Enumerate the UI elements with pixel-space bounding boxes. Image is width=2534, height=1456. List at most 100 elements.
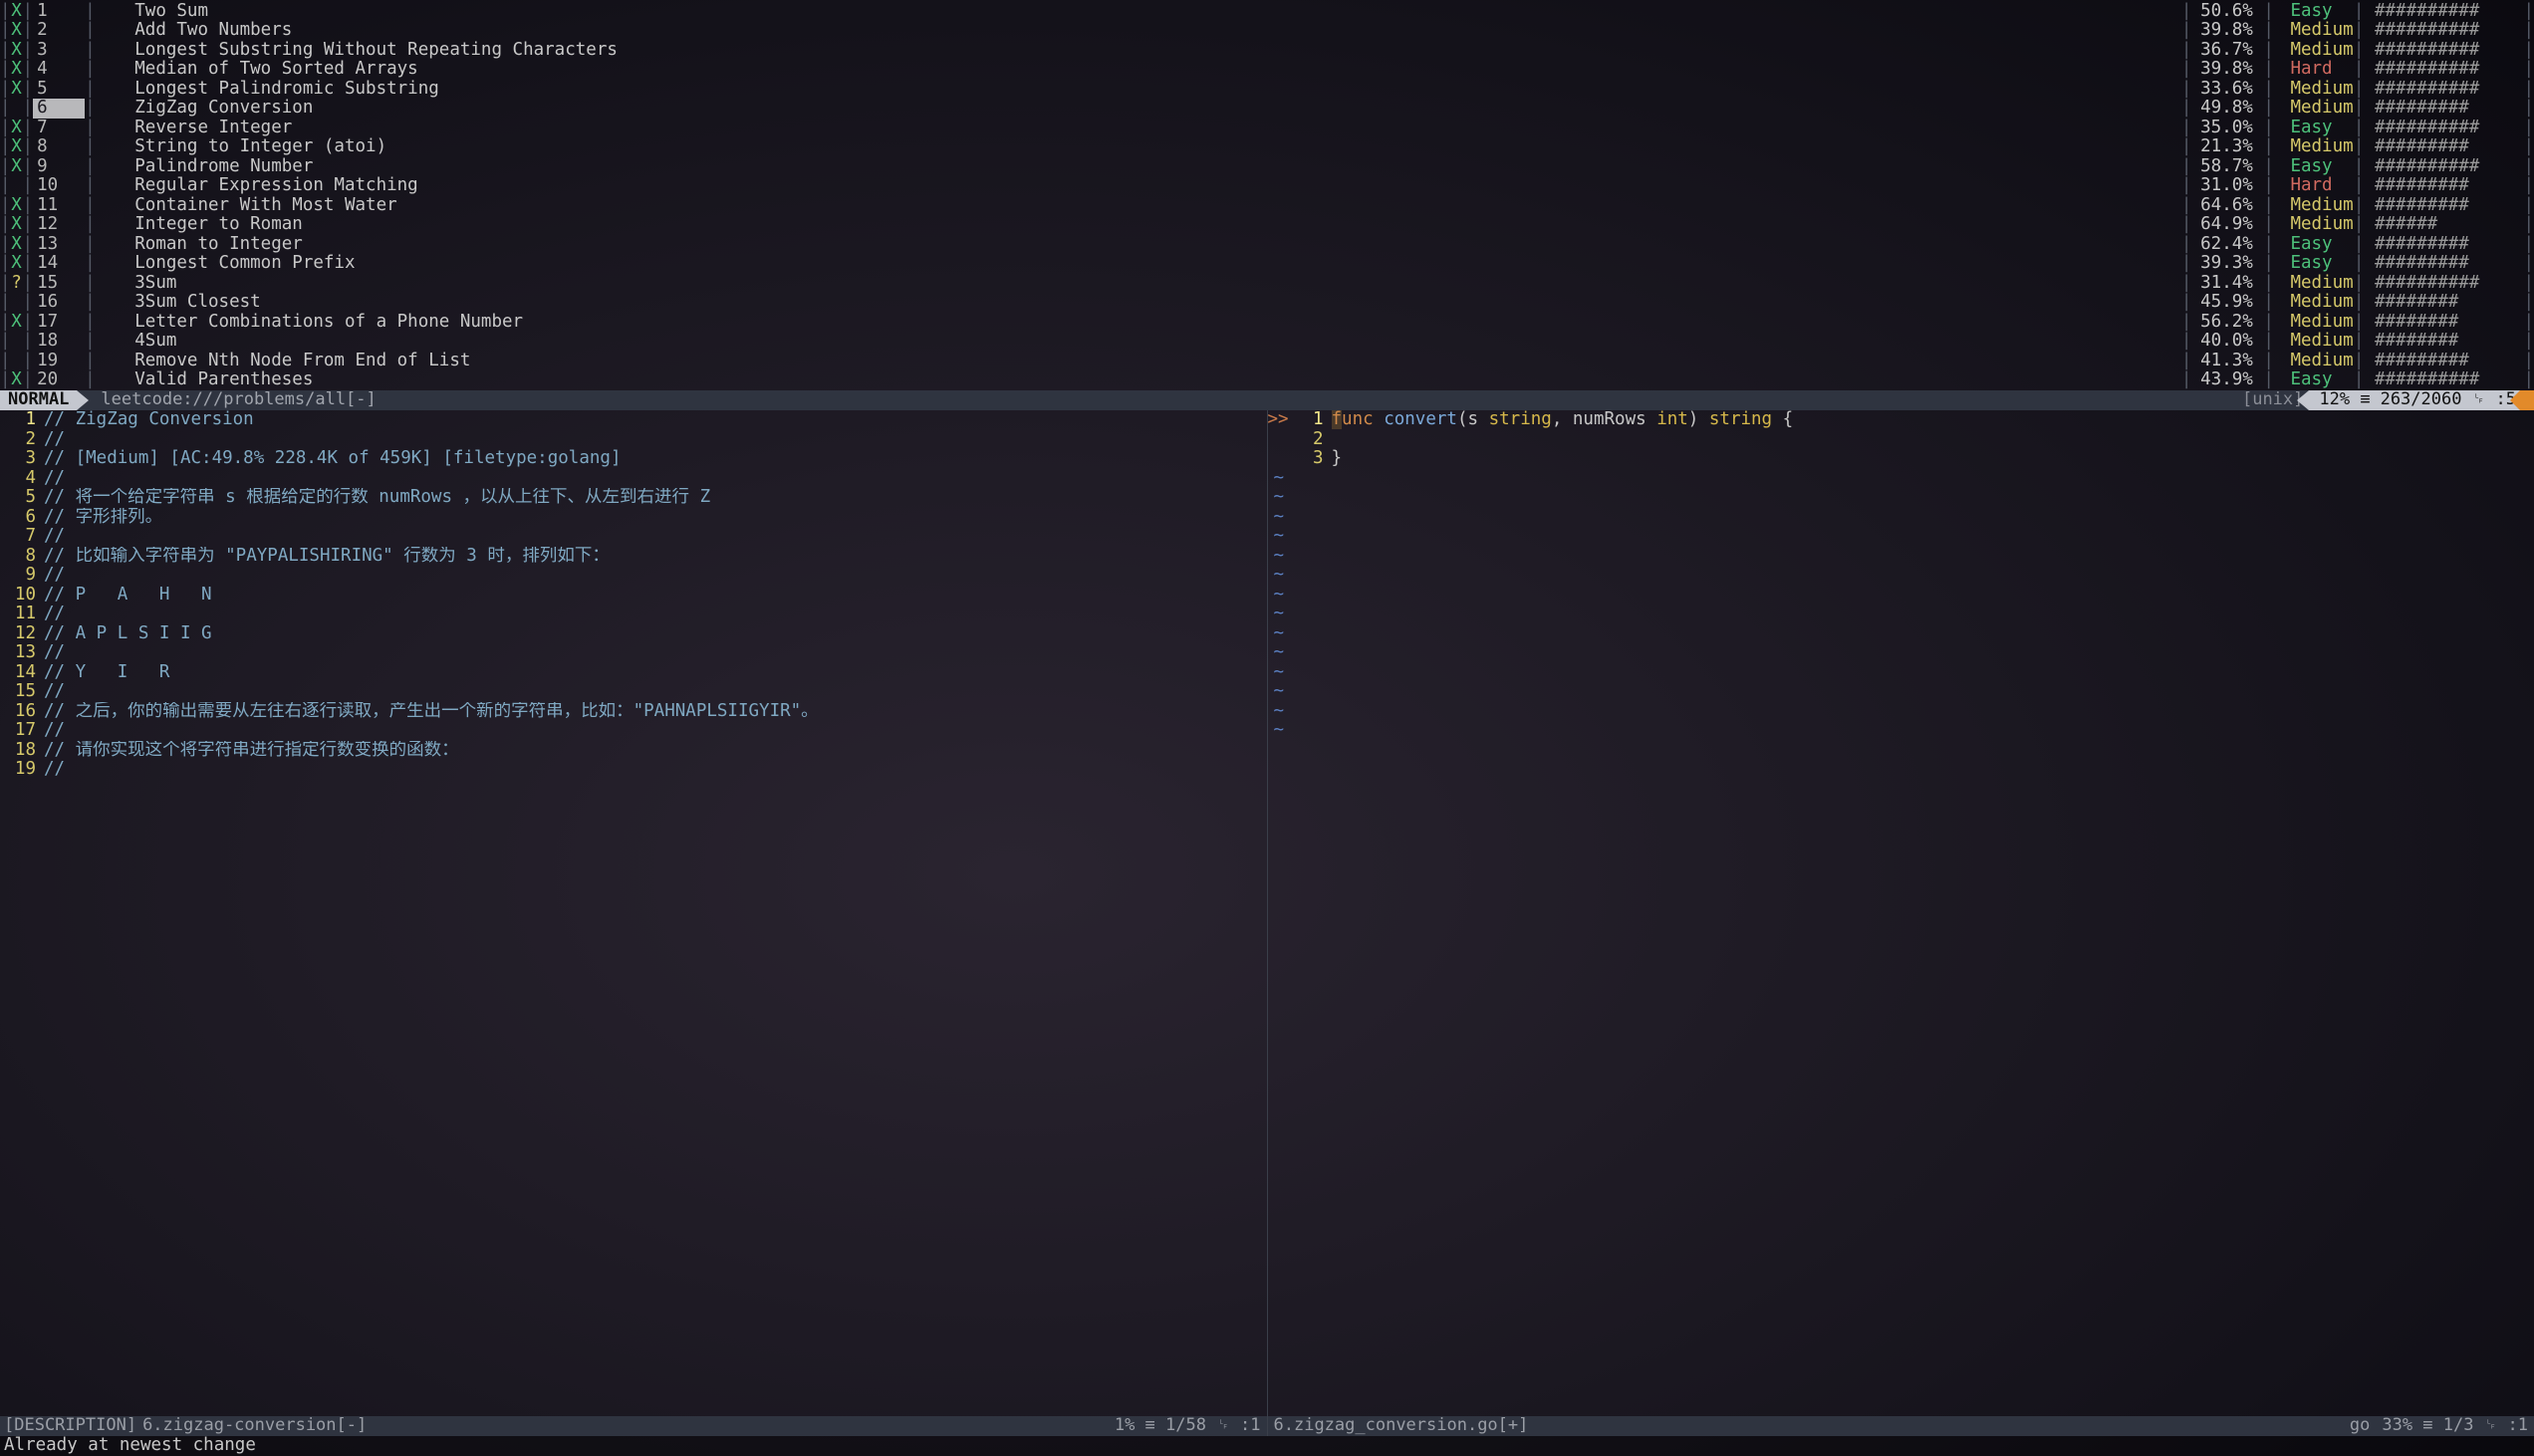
acceptance-rate: 45.9%: [2191, 293, 2263, 313]
empty-line-tilde: ~: [1268, 721, 2534, 741]
difficulty: Medium: [2274, 21, 2354, 41]
empty-line-tilde: ~: [1268, 663, 2534, 683]
problem-title: Two Sum: [96, 2, 2181, 22]
problem-row[interactable]: | | 18| 4Sum|40.0% | Medium | ######## |: [0, 333, 2534, 353]
problem-row[interactable]: |X| 8| String to Integer (atoi)|21.3% | …: [0, 138, 2534, 158]
problem-number: 14: [33, 254, 85, 274]
pane-tag: [DESCRIPTION]: [0, 1416, 136, 1435]
status-mark: X: [11, 254, 23, 274]
acceptance-rate: 49.8%: [2191, 99, 2263, 119]
status-mark: X: [11, 235, 23, 255]
problem-row[interactable]: | | 6| ZigZag Conversion|49.8% | Medium …: [0, 100, 2534, 120]
problem-row[interactable]: | | 16| 3Sum Closest|45.9% | Medium | ##…: [0, 294, 2534, 314]
frequency-bar: ##########: [2364, 370, 2523, 390]
problem-number: 5: [33, 80, 85, 100]
acceptance-rate: 31.0%: [2191, 176, 2263, 196]
problem-title: String to Integer (atoi): [96, 137, 2181, 157]
status-mark: [11, 293, 23, 313]
problem-number: 13: [33, 235, 85, 255]
frequency-bar: ##########: [2364, 80, 2523, 100]
description-line: 19//: [0, 760, 1267, 780]
sign-column: [1268, 449, 1288, 469]
status-mark: X: [11, 21, 23, 41]
code-line[interactable]: 2: [1268, 430, 2534, 450]
status-mark: X: [11, 60, 23, 80]
problem-row[interactable]: |X| 3| Longest Substring Without Repeati…: [0, 41, 2534, 61]
description-line: 8// 比如输入字符串为 "PAYPALISHIRING" 行数为 3 时，排列…: [0, 547, 1267, 567]
acceptance-rate: 62.4%: [2191, 235, 2263, 255]
problem-row[interactable]: |X| 4| Median of Two Sorted Arrays|39.8%…: [0, 61, 2534, 81]
status-mark: [11, 332, 23, 352]
frequency-bar: ########: [2364, 293, 2523, 313]
acceptance-rate: 58.7%: [2191, 157, 2263, 177]
command-line[interactable]: Already at newest change: [0, 1436, 2534, 1456]
problem-row[interactable]: |X| 11| Container With Most Water|64.6% …: [0, 196, 2534, 216]
status-mark: X: [11, 215, 23, 235]
problem-title: Median of Two Sorted Arrays: [96, 60, 2181, 80]
description-line: 4//: [0, 469, 1267, 489]
problem-title: Longest Palindromic Substring: [96, 80, 2181, 100]
acceptance-rate: 39.8%: [2191, 60, 2263, 80]
difficulty: Easy: [2274, 119, 2354, 138]
problem-row[interactable]: |X| 5| Longest Palindromic Substring|33.…: [0, 80, 2534, 100]
frequency-bar: #########: [2364, 254, 2523, 274]
problem-row[interactable]: |X| 13| Roman to Integer|62.4% | Easy | …: [0, 235, 2534, 255]
problem-number: 2: [33, 21, 85, 41]
buffer-name: leetcode:///problems/all[-]: [77, 390, 376, 409]
status-mark: X: [11, 137, 23, 157]
problem-row[interactable]: |X| 14| Longest Common Prefix|39.3% | Ea…: [0, 255, 2534, 275]
problem-row[interactable]: |X| 9| Palindrome Number|58.7% | Easy | …: [0, 157, 2534, 177]
code-pane[interactable]: >>1func convert(s string, numRows int) s…: [1267, 410, 2534, 1416]
problem-number: 17: [33, 313, 85, 333]
frequency-bar: #########: [2364, 196, 2523, 216]
statusline-top: NORMAL leetcode:///problems/all[-] [unix…: [0, 390, 2534, 410]
acceptance-rate: 39.3%: [2191, 254, 2263, 274]
problem-number: 6: [33, 99, 85, 119]
code-line[interactable]: 3}: [1268, 449, 2534, 469]
empty-line-tilde: ~: [1268, 682, 2534, 702]
sign-column: [1268, 430, 1288, 450]
empty-line-tilde: ~: [1268, 488, 2534, 508]
acceptance-rate: 50.6%: [2191, 2, 2263, 22]
difficulty: Easy: [2274, 235, 2354, 255]
status-mark: X: [11, 196, 23, 216]
problem-row[interactable]: |?| 15| 3Sum|31.4% | Medium | ##########…: [0, 274, 2534, 294]
problem-row[interactable]: |X| 1| Two Sum|50.6% | Easy | ##########…: [0, 2, 2534, 22]
acceptance-rate: 35.0%: [2191, 119, 2263, 138]
problem-number: 11: [33, 196, 85, 216]
status-mark: X: [11, 41, 23, 61]
problem-row[interactable]: |X| 20| Valid Parentheses|43.9% | Easy |…: [0, 371, 2534, 391]
problem-row[interactable]: | | 10| Regular Expression Matching|31.0…: [0, 177, 2534, 197]
problem-title: Letter Combinations of a Phone Number: [96, 313, 2181, 333]
problem-number: 15: [33, 274, 85, 294]
problem-title: Palindrome Number: [96, 157, 2181, 177]
problem-title: Add Two Numbers: [96, 21, 2181, 41]
difficulty: Medium: [2274, 293, 2354, 313]
frequency-bar: #########: [2364, 99, 2523, 119]
frequency-bar: ##########: [2364, 157, 2523, 177]
problem-row[interactable]: |X| 12| Integer to Roman|64.9% | Medium …: [0, 216, 2534, 236]
problem-row[interactable]: |X| 17| Letter Combinations of a Phone N…: [0, 313, 2534, 333]
problem-row[interactable]: |X| 2| Add Two Numbers|39.8% | Medium | …: [0, 22, 2534, 42]
difficulty: Medium: [2274, 215, 2354, 235]
problem-row[interactable]: | | 19| Remove Nth Node From End of List…: [0, 352, 2534, 371]
status-mark: [11, 176, 23, 196]
status-mark: X: [11, 313, 23, 333]
problem-list[interactable]: |X| 1| Two Sum|50.6% | Easy | ##########…: [0, 0, 2534, 390]
problem-number: 4: [33, 60, 85, 80]
pane-position: 33% ≡ 1/3 ␊ :1: [2382, 1416, 2534, 1435]
empty-line-tilde: ~: [1268, 624, 2534, 644]
description-line: 11//: [0, 605, 1267, 624]
status-mark: X: [11, 80, 23, 100]
description-pane[interactable]: 1// ZigZag Conversion2//3// [Medium] [AC…: [0, 410, 1267, 1416]
code-line[interactable]: >>1func convert(s string, numRows int) s…: [1268, 410, 2534, 430]
problem-number: 10: [33, 176, 85, 196]
difficulty: Medium: [2274, 352, 2354, 371]
problem-row[interactable]: |X| 7| Reverse Integer|35.0% | Easy | ##…: [0, 119, 2534, 138]
problem-title: Remove Nth Node From End of List: [96, 352, 2181, 371]
frequency-bar: ######: [2364, 215, 2523, 235]
status-mark: [11, 99, 23, 119]
problem-number: 7: [33, 119, 85, 138]
description-line: 2//: [0, 430, 1267, 450]
problem-title: Longest Substring Without Repeating Char…: [96, 41, 2181, 61]
